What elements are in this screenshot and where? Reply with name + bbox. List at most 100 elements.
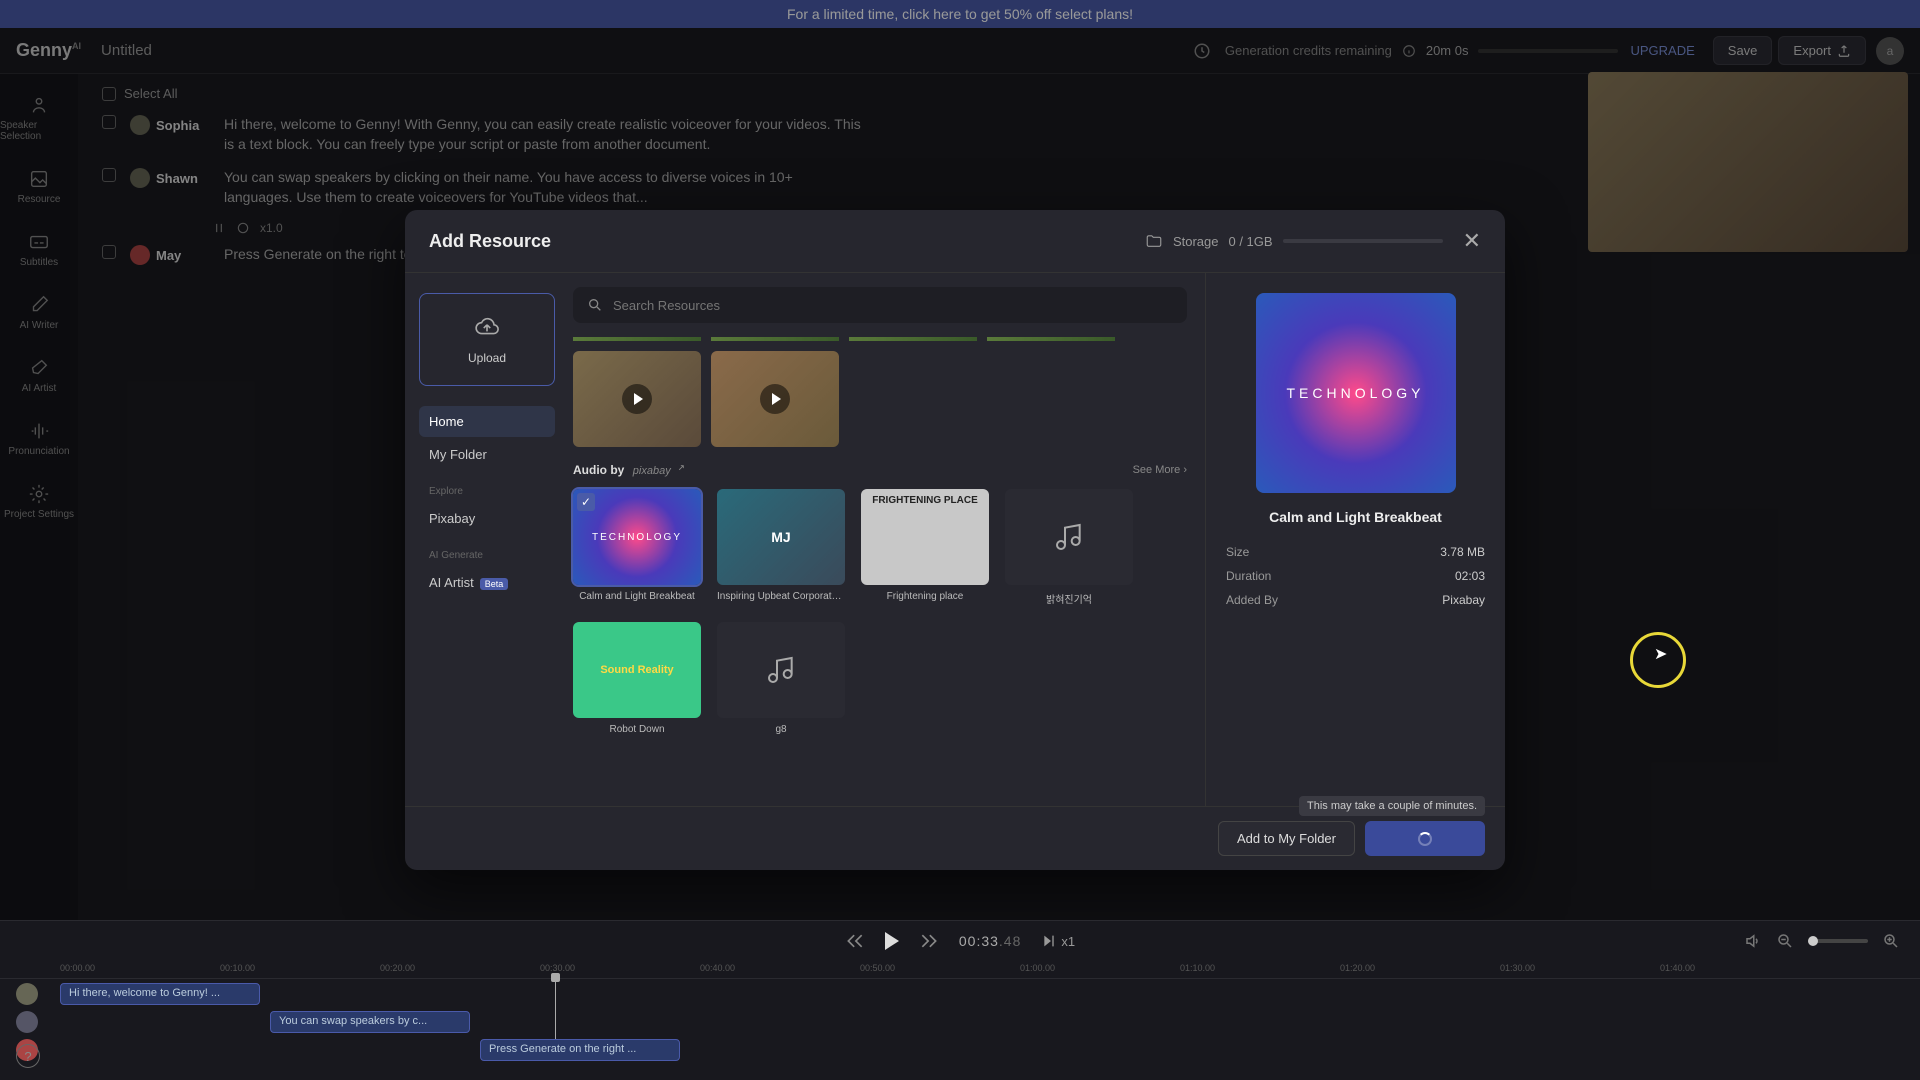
track-avatar[interactable] [16, 983, 38, 1005]
play-icon [760, 384, 790, 414]
music-icon [765, 654, 797, 686]
timeline-area: 00:33.48 x1 00:00.00 00:10.00 00:20.00 0… [0, 920, 1920, 1080]
audio-item[interactable]: g8 [717, 622, 845, 735]
ruler-tick: 01:00.00 [1020, 963, 1055, 973]
storage-info: Storage 0 / 1GB [1145, 232, 1443, 250]
external-icon [675, 464, 685, 474]
modal-header: Add Resource Storage 0 / 1GB ✕ [405, 210, 1505, 273]
close-button[interactable]: ✕ [1463, 228, 1481, 254]
rewind-icon[interactable] [845, 931, 865, 951]
meta-size: Size3.78 MB [1226, 545, 1485, 559]
ruler-tick: 00:00.00 [60, 963, 95, 973]
thumb-text: MJ [771, 529, 790, 545]
nav-section-explore: Explore [429, 486, 545, 497]
section-brand: pixabay [633, 465, 671, 477]
see-more-label: See More [1133, 464, 1181, 476]
audio-item[interactable]: ✓ TECHNOLOGY Calm and Light Breakbeat [573, 489, 701, 606]
timecode-frac: .48 [999, 933, 1021, 949]
audio-thumb[interactable]: MJ [717, 489, 845, 585]
upload-button[interactable]: Upload [419, 293, 555, 386]
help-button[interactable]: ? [16, 1044, 40, 1068]
audio-name: Inspiring Upbeat Corporate... [717, 591, 845, 602]
track-avatar[interactable] [16, 1011, 38, 1033]
ruler-tick: 00:30.00 [540, 963, 575, 973]
audio-thumb[interactable] [1005, 489, 1133, 585]
music-icon [1053, 521, 1085, 553]
browse-area: Audio by pixabay See More › ✓ TECHNOLOGY … [555, 273, 1205, 806]
nav-section-ai: AI Generate [429, 550, 545, 561]
audio-item[interactable]: 밝혀진기억 [1005, 489, 1133, 606]
upload-label: Upload [428, 351, 546, 365]
ruler-tick: 01:10.00 [1180, 963, 1215, 973]
beta-badge: Beta [480, 578, 509, 590]
audio-item[interactable]: FRIGHTENING PLACE Frightening place [861, 489, 989, 606]
meta-label: Size [1226, 545, 1249, 559]
meta-added-by: Added By Pixabay [1226, 593, 1485, 607]
timeline-clip[interactable]: You can swap speakers by c... [270, 1011, 470, 1033]
ruler-tick: 00:20.00 [380, 963, 415, 973]
see-more-link[interactable]: See More › [1133, 464, 1187, 476]
audio-name: 밝혀진기억 [1046, 591, 1092, 606]
audio-item[interactable]: Sound Reality Robot Down [573, 622, 701, 735]
zoom-out-icon[interactable] [1776, 932, 1794, 950]
audio-name: Robot Down [609, 724, 664, 735]
ruler-tick: 01:40.00 [1660, 963, 1695, 973]
modal-footer: This may take a couple of minutes. Add t… [405, 806, 1505, 870]
zoom-in-icon[interactable] [1882, 932, 1900, 950]
meta-duration: Duration 02:03 [1226, 569, 1485, 583]
modal-sidebar: Upload Home My Folder Explore Pixabay AI… [405, 273, 555, 806]
video-thumb[interactable] [711, 351, 839, 447]
storage-value: 0 / 1GB [1228, 234, 1272, 249]
modal-title: Add Resource [429, 231, 551, 252]
meta-label: Added By [1226, 593, 1278, 607]
audio-item[interactable]: MJ Inspiring Upbeat Corporate... [717, 489, 845, 606]
confirm-button[interactable] [1365, 821, 1485, 856]
storage-label: Storage [1173, 234, 1219, 249]
audio-thumb[interactable] [717, 622, 845, 718]
nav-home[interactable]: Home [419, 406, 555, 437]
storage-bar [1283, 239, 1443, 243]
meta-value: 02:03 [1455, 569, 1485, 583]
ruler-tick: 01:20.00 [1340, 963, 1375, 973]
video-thumb[interactable] [573, 351, 701, 447]
detail-thumb: TECHNOLOGY [1256, 293, 1456, 493]
search-input[interactable] [613, 298, 1173, 313]
search-box[interactable] [573, 287, 1187, 323]
volume-icon[interactable] [1744, 932, 1762, 950]
detail-title: Calm and Light Breakbeat [1226, 509, 1485, 525]
timecode-main: 00:33 [959, 933, 999, 949]
play-icon [622, 384, 652, 414]
cloud-upload-icon [474, 314, 500, 340]
add-to-folder-button[interactable]: Add to My Folder [1218, 821, 1355, 856]
timeline-clip[interactable]: Hi there, welcome to Genny! ... [60, 983, 260, 1005]
playback-speed[interactable]: x1 [1041, 933, 1075, 949]
timeline-clip[interactable]: Press Generate on the right ... [480, 1039, 680, 1061]
add-resource-modal: Add Resource Storage 0 / 1GB ✕ Upload Ho… [405, 210, 1505, 870]
loading-tooltip: This may take a couple of minutes. [1299, 796, 1485, 816]
audio-name: Calm and Light Breakbeat [579, 591, 695, 602]
meta-label: Duration [1226, 569, 1271, 583]
zoom-slider[interactable] [1808, 939, 1868, 943]
detail-panel: TECHNOLOGY Calm and Light Breakbeat Size… [1205, 273, 1505, 806]
forward-icon[interactable] [919, 931, 939, 951]
audio-thumb[interactable]: ✓ TECHNOLOGY [573, 489, 701, 585]
audio-name: Frightening place [887, 591, 964, 602]
audio-thumb[interactable]: Sound Reality [573, 622, 701, 718]
detail-thumb-text: TECHNOLOGY [1286, 385, 1424, 401]
play-button[interactable] [885, 932, 899, 950]
thumb-text: TECHNOLOGY [592, 532, 682, 543]
meta-value: Pixabay [1442, 593, 1485, 607]
speed-label: x1 [1061, 934, 1075, 949]
timeline-tracks[interactable]: Hi there, welcome to Genny! ... You can … [0, 979, 1920, 1059]
nav-my-folder[interactable]: My Folder [419, 439, 555, 470]
timeline-ruler[interactable]: 00:00.00 00:10.00 00:20.00 00:30.00 00:4… [0, 961, 1920, 979]
audio-thumb[interactable]: FRIGHTENING PLACE [861, 489, 989, 585]
audio-section-header: Audio by pixabay See More › [573, 461, 1187, 479]
thumb-text: FRIGHTENING PLACE [872, 495, 978, 506]
nav-pixabay[interactable]: Pixabay [419, 503, 555, 534]
ruler-tick: 00:10.00 [220, 963, 255, 973]
speed-icon [1041, 933, 1057, 949]
check-icon: ✓ [577, 493, 595, 511]
nav-ai-artist[interactable]: AI ArtistBeta [419, 567, 555, 598]
audio-grid: ✓ TECHNOLOGY Calm and Light Breakbeat MJ … [573, 489, 1187, 735]
